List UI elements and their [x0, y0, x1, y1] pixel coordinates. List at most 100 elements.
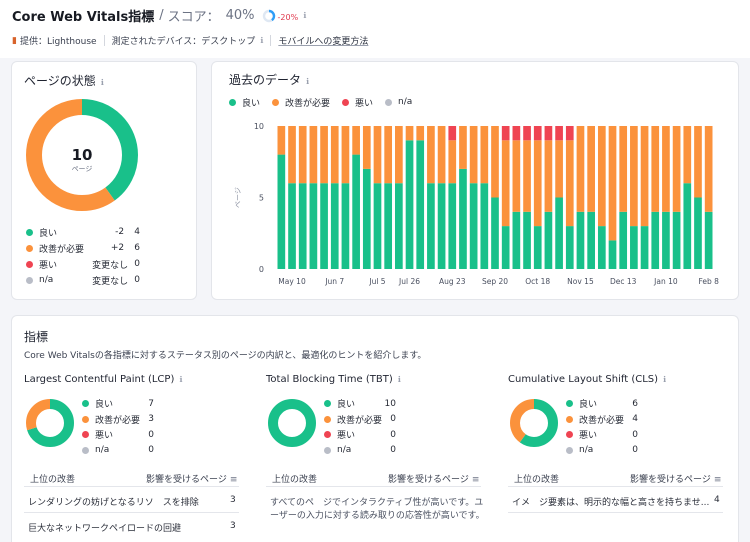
bar-29-series-0[interactable]: [587, 211, 595, 269]
bar-3-series-1[interactable]: [309, 126, 318, 184]
bar-35-series-1[interactable]: [651, 126, 660, 212]
metric-status-row[interactable]: 改善が必要 3: [82, 412, 154, 428]
bar-14-series-1[interactable]: [427, 126, 435, 184]
bar-28-series-0[interactable]: [576, 211, 585, 269]
bar-37-series-0[interactable]: [672, 211, 681, 269]
col-affected-pages[interactable]: 影響を受けるページ ≡: [630, 472, 721, 485]
bar-23-series-0[interactable]: [523, 211, 531, 269]
info-icon[interactable]: ℹ: [179, 375, 182, 384]
col-affected-pages[interactable]: 影響を受けるページ ≡: [388, 472, 479, 485]
bar-0-series-0[interactable]: [277, 154, 286, 269]
legend-good[interactable]: 良い: [229, 96, 260, 109]
bar-27-series-2[interactable]: [565, 126, 574, 141]
metric-status-row[interactable]: 良い 7: [82, 396, 154, 412]
bar-2-series-1[interactable]: [298, 126, 307, 184]
info-icon[interactable]: ℹ: [663, 375, 666, 384]
legend-na[interactable]: n/a: [385, 96, 412, 108]
bar-13-series-0[interactable]: [416, 140, 425, 269]
bar-18-series-0[interactable]: [469, 183, 478, 269]
metric-status-row[interactable]: 悪い 0: [324, 427, 396, 443]
bar-16-series-0[interactable]: [448, 183, 457, 269]
bar-34-series-1[interactable]: [640, 126, 649, 227]
bar-24-series-0[interactable]: [533, 226, 542, 269]
improvement-tip[interactable]: 巨大なネットワークペイロードの回避: [28, 521, 181, 534]
filter-icon[interactable]: ≡: [230, 475, 238, 485]
mobile-change-link[interactable]: モバイルへの変更方法: [278, 34, 368, 47]
bar-6-series-0[interactable]: [341, 183, 350, 269]
bar-2-series-0[interactable]: [298, 183, 307, 269]
bar-36-series-0[interactable]: [662, 211, 670, 269]
bar-30-series-1[interactable]: [597, 126, 606, 227]
bar-30-series-0[interactable]: [597, 226, 606, 269]
bar-39-series-1[interactable]: [694, 126, 702, 198]
bar-14-series-0[interactable]: [427, 183, 435, 269]
bar-4-series-1[interactable]: [320, 126, 328, 184]
bar-25-series-2[interactable]: [544, 126, 553, 141]
bar-11-series-0[interactable]: [395, 183, 403, 269]
status-row-na[interactable]: n/a 変更なし 0: [26, 272, 140, 288]
bar-13-series-1[interactable]: [416, 126, 425, 141]
bar-38-series-1[interactable]: [683, 126, 692, 184]
metric-status-row[interactable]: 良い 10: [324, 396, 396, 412]
bar-12-series-0[interactable]: [405, 140, 414, 269]
bar-27-series-1[interactable]: [565, 140, 574, 227]
bar-19-series-1[interactable]: [480, 126, 489, 184]
bar-15-series-0[interactable]: [437, 183, 446, 269]
filter-icon[interactable]: ≡: [714, 475, 722, 485]
bar-1-series-0[interactable]: [288, 183, 296, 269]
bar-36-series-1[interactable]: [662, 126, 670, 212]
bar-32-series-0[interactable]: [619, 211, 628, 269]
bar-22-series-2[interactable]: [512, 126, 521, 141]
bar-26-series-0[interactable]: [555, 197, 563, 270]
bar-29-series-1[interactable]: [587, 126, 595, 212]
bar-5-series-0[interactable]: [330, 183, 339, 269]
bar-11-series-1[interactable]: [395, 126, 403, 184]
bar-16-series-1[interactable]: [448, 140, 457, 184]
bar-31-series-1[interactable]: [608, 126, 617, 241]
bar-0-series-1[interactable]: [277, 126, 286, 155]
improvement-tip[interactable]: ーザーの入力に対する読み取りの応答性が高いです。: [270, 508, 485, 521]
bar-27-series-0[interactable]: [565, 226, 574, 269]
bar-10-series-1[interactable]: [384, 126, 393, 184]
bar-39-series-0[interactable]: [694, 197, 702, 270]
status-row-needs-improvement[interactable]: 改善が必要 +2 6: [26, 240, 140, 256]
info-icon[interactable]: ℹ: [101, 78, 104, 87]
legend-needs-improvement[interactable]: 改善が必要: [272, 96, 330, 109]
info-icon[interactable]: ℹ: [260, 36, 263, 45]
bar-6-series-1[interactable]: [341, 126, 350, 184]
bar-17-series-1[interactable]: [459, 126, 467, 169]
bar-16-series-2[interactable]: [448, 126, 457, 141]
bar-7-series-1[interactable]: [352, 126, 360, 155]
metric-status-row[interactable]: 改善が必要 0: [324, 412, 396, 428]
bar-20-series-0[interactable]: [491, 197, 499, 270]
improvement-tip[interactable]: すべてのペ ジでインタラクティブ性が高いです。ユ: [270, 495, 483, 508]
improvement-tip[interactable]: レンダリングの妨げとなるリソ スを排除: [28, 495, 199, 508]
metric-status-row[interactable]: n/a 0: [82, 443, 154, 459]
status-row-poor[interactable]: 悪い 変更なし 0: [26, 256, 140, 272]
bar-22-series-0[interactable]: [512, 211, 521, 269]
bar-23-series-2[interactable]: [523, 126, 531, 141]
metric-status-row[interactable]: n/a 0: [324, 443, 396, 459]
bar-21-series-2[interactable]: [501, 126, 510, 141]
info-icon[interactable]: ℹ: [303, 11, 306, 20]
bar-34-series-0[interactable]: [640, 226, 649, 269]
bar-25-series-1[interactable]: [544, 140, 553, 212]
bar-21-series-0[interactable]: [501, 226, 510, 269]
bar-1-series-1[interactable]: [288, 126, 296, 184]
metric-status-row[interactable]: n/a 0: [566, 443, 638, 459]
bar-8-series-1[interactable]: [362, 126, 371, 169]
metric-donut-segment-0[interactable]: [268, 399, 316, 447]
bar-9-series-0[interactable]: [373, 183, 382, 269]
bar-24-series-1[interactable]: [533, 140, 542, 227]
improvement-tip[interactable]: イメ ジ要素は、明示的な幅と高さを持ちませ...: [512, 495, 709, 508]
bar-22-series-1[interactable]: [512, 140, 521, 212]
filter-icon[interactable]: ≡: [472, 475, 480, 485]
bar-28-series-1[interactable]: [576, 126, 585, 212]
info-icon[interactable]: ℹ: [306, 77, 309, 86]
legend-poor[interactable]: 悪い: [342, 96, 373, 109]
bar-7-series-0[interactable]: [352, 154, 360, 269]
bar-24-series-2[interactable]: [533, 126, 542, 141]
bar-10-series-0[interactable]: [384, 183, 393, 269]
metric-status-row[interactable]: 良い 6: [566, 396, 638, 412]
bar-4-series-0[interactable]: [320, 183, 328, 269]
